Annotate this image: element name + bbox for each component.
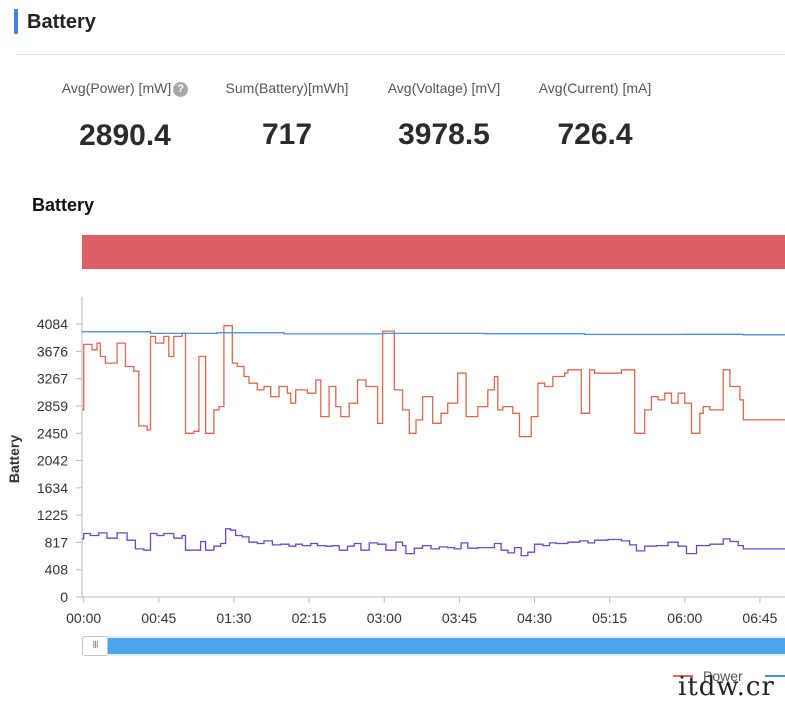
y-tick-label: 1225	[37, 507, 68, 523]
watermark: itdw.cr	[678, 672, 775, 702]
metric-value: 2890.4	[79, 119, 171, 152]
metric-value: 726.4	[557, 118, 633, 151]
x-tick-label: 03:00	[367, 610, 402, 626]
metric-avg-current: Avg(Current) [mA] 726.4	[520, 80, 670, 152]
y-tick-label: 2042	[37, 453, 68, 469]
page-header: Battery	[0, 0, 785, 56]
y-tick-label: 4084	[37, 316, 68, 332]
chart-title: Battery	[32, 195, 95, 215]
metric-label: Avg(Power) [mW]	[61, 80, 172, 96]
battery-line-chart: 0 408 817 1225 1634 2042 2450 2859 3267 3676 4084 0…	[6, 297, 785, 626]
header-accent-bar	[14, 9, 18, 34]
series-line-power	[82, 325, 785, 438]
metric-avg-power: Avg(Power) [mW]? 2890.4	[50, 80, 200, 153]
x-tick-label: 00:45	[141, 610, 176, 626]
metric-value: 3978.5	[398, 118, 490, 151]
y-axis-label: Battery	[6, 435, 22, 483]
y-tick-label: 1634	[37, 480, 68, 496]
x-tick-label: 05:15	[592, 610, 627, 626]
metric-sum-battery: Sum(Battery)[mWh] 717	[212, 80, 362, 152]
y-tick-label: 3267	[37, 371, 68, 387]
series-line-voltage	[82, 331, 785, 336]
page-title: Battery	[27, 11, 96, 33]
slider-selected-range[interactable]	[108, 638, 785, 654]
y-tick-label: 3676	[37, 343, 68, 359]
header-divider	[15, 54, 785, 55]
y-tick-label: 2450	[37, 425, 68, 441]
x-tick-label: 04:30	[517, 610, 552, 626]
metric-value: 717	[261, 118, 313, 151]
metric-avg-voltage: Avg(Voltage) [mV] 3978.5	[369, 80, 519, 152]
x-tick-label: 02:15	[292, 610, 327, 626]
battery-status-bar	[82, 235, 785, 269]
x-tick-label: 00:00	[66, 610, 101, 626]
x-tick-label: 06:00	[667, 610, 702, 626]
metric-label: Sum(Battery)[mWh]	[225, 80, 349, 96]
metric-label: Avg(Voltage) [mV]	[387, 80, 501, 96]
y-tick-label: 0	[60, 589, 68, 605]
slider-handle[interactable]: III	[82, 636, 108, 656]
time-range-slider[interactable]: III	[82, 636, 785, 656]
x-tick-label: 01:30	[216, 610, 251, 626]
x-tick-label: 03:45	[442, 610, 477, 626]
y-tick-label: 817	[45, 534, 69, 550]
question-circle-icon[interactable]: ?	[173, 82, 189, 97]
y-tick-label: 2859	[37, 398, 68, 414]
x-tick-label: 06:45	[742, 610, 777, 626]
series-line-current	[82, 528, 785, 557]
metric-label: Avg(Current) [mA]	[538, 80, 652, 96]
y-tick-label: 408	[45, 562, 69, 578]
